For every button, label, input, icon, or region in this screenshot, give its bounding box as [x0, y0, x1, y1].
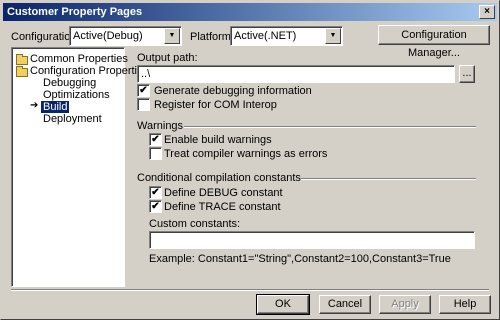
enable-warnings-checkbox[interactable]: ✔ — [149, 133, 162, 146]
arrow-right-icon: ➔ — [30, 100, 39, 111]
folder-icon — [16, 54, 28, 65]
treat-errors-label: Treat compiler warnings as errors — [164, 148, 328, 160]
apply-button-label: Apply — [391, 298, 419, 310]
property-pages-dialog: Customer Property Pages × Configuration:… — [0, 0, 500, 320]
output-path-label: Output path: — [137, 52, 198, 64]
cancel-button-label: Cancel — [327, 298, 363, 310]
configuration-dropdown[interactable]: Active(Debug) ▼ — [69, 26, 182, 46]
browse-button[interactable]: ... — [459, 65, 475, 83]
configuration-value: Active(Debug) — [73, 30, 143, 42]
tree-item-common-properties[interactable]: Common Properties — [30, 53, 128, 65]
property-tree[interactable]: Common Properties Configuration Properti… — [11, 47, 149, 287]
enable-warnings-label: Enable build warnings — [164, 134, 272, 146]
platform-label: Platform: — [190, 31, 235, 43]
window-title: Customer Property Pages — [7, 6, 143, 18]
generate-debug-checkbox[interactable]: ✔ — [137, 84, 150, 97]
ok-button-label: OK — [275, 298, 291, 310]
tree-item-optimizations[interactable]: Optimizations — [43, 89, 110, 101]
define-trace-label: Define TRACE constant — [164, 201, 281, 213]
tree-item-debugging[interactable]: Debugging — [43, 77, 96, 89]
custom-constants-input[interactable] — [149, 231, 475, 249]
close-button[interactable]: × — [479, 5, 495, 19]
apply-button[interactable]: Apply — [379, 295, 431, 314]
define-trace-checkbox[interactable]: ✔ — [149, 200, 162, 213]
platform-value: Active(.NET) — [234, 30, 297, 42]
example-text: Example: Constant1="String",Constant2=10… — [149, 253, 451, 265]
title-bar: Customer Property Pages × — [3, 3, 497, 21]
tree-item-deployment[interactable]: Deployment — [43, 113, 102, 125]
ok-button[interactable]: OK — [256, 294, 310, 315]
cancel-button[interactable]: Cancel — [319, 295, 371, 314]
configuration-manager-button[interactable]: Configuration Manager... — [378, 25, 490, 59]
register-com-label: Register for COM Interop — [154, 99, 277, 111]
browse-button-label: ... — [462, 67, 472, 79]
configuration-manager-label: Configuration Manager... — [401, 29, 467, 59]
conditional-divider — [301, 178, 476, 180]
treat-errors-checkbox[interactable] — [149, 147, 162, 160]
warnings-divider — [184, 126, 476, 128]
platform-dropdown[interactable]: Active(.NET) ▼ — [230, 26, 343, 46]
close-icon: × — [484, 6, 490, 17]
folder-open-icon — [16, 66, 28, 77]
define-debug-checkbox[interactable]: ✔ — [149, 186, 162, 199]
generate-debug-label: Generate debugging information — [154, 85, 312, 97]
define-debug-label: Define DEBUG constant — [164, 187, 283, 199]
output-path-input[interactable]: ..\ — [137, 65, 455, 83]
output-path-value: ..\ — [141, 68, 151, 80]
register-com-checkbox[interactable] — [137, 98, 150, 111]
conditional-group-label: Conditional compilation constants — [137, 172, 301, 184]
chevron-down-icon[interactable]: ▼ — [164, 28, 180, 44]
tree-item-build[interactable]: Build — [41, 101, 70, 113]
custom-constants-label: Custom constants: — [149, 218, 241, 230]
help-button-label: Help — [453, 298, 477, 310]
help-button[interactable]: Help — [439, 295, 491, 314]
chevron-down-icon[interactable]: ▼ — [325, 28, 341, 44]
tree-item-configuration-properties[interactable]: Configuration Properties — [30, 65, 149, 77]
bottom-divider — [11, 289, 489, 291]
warnings-group-label: Warnings — [137, 120, 184, 132]
